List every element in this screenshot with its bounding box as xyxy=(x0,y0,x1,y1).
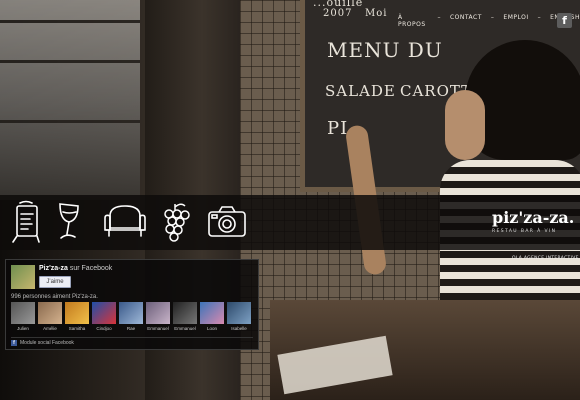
page-thumbnail[interactable] xyxy=(11,265,35,289)
fan-item[interactable]: Amélie xyxy=(38,302,62,331)
fan-item[interactable]: Rae xyxy=(119,302,143,331)
fan-item[interactable]: Emmanuel xyxy=(146,302,170,331)
fan-item[interactable]: Samitha xyxy=(65,302,89,331)
grapes-icon[interactable] xyxy=(160,200,190,244)
page-suffix: sur Facebook xyxy=(69,265,113,272)
chalk-text: Moi xyxy=(365,8,388,19)
agency-credit-link[interactable]: OLA AGENCE INTERACTIVE xyxy=(512,256,579,261)
fan-item[interactable]: Julien xyxy=(11,302,35,331)
camera-icon[interactable] xyxy=(206,200,248,244)
top-nav: À PROPOS – CONTACT – EMPLOI – ENGLISH xyxy=(398,14,580,28)
page-name-link[interactable]: Piz'za-za xyxy=(39,265,68,272)
nav-separator: – xyxy=(537,14,542,21)
facebook-icon[interactable]: f xyxy=(557,13,572,28)
nav-item-a-propos[interactable]: À PROPOS xyxy=(398,14,428,28)
fan-item[interactable]: Loon xyxy=(200,302,224,331)
brand-tagline: RESTAU BAR À VIN xyxy=(492,229,557,234)
wine-glass-icon[interactable] xyxy=(52,200,86,244)
brand-logo[interactable]: piz'za-za. xyxy=(492,208,574,227)
fan-item[interactable]: Isabelle xyxy=(227,302,251,331)
social-plugin-link[interactable]: Module social Facebook xyxy=(20,340,74,346)
fan-faces: Julien Amélie Samitha Cindjoo Rae Emmanu… xyxy=(11,302,251,331)
facebook-like-box: Piz'za-za sur Facebook J'aime 996 person… xyxy=(5,259,259,350)
widget-footer: f Module social Facebook xyxy=(11,340,74,346)
fan-item[interactable]: Emmanuel xyxy=(173,302,197,331)
nav-separator: – xyxy=(437,14,441,21)
window xyxy=(0,0,140,200)
widget-title: Piz'za-za sur Facebook xyxy=(39,265,112,272)
divider xyxy=(11,337,253,338)
nav-separator: – xyxy=(490,14,495,21)
likes-count: 996 personnes aiment Piz'za-za. xyxy=(11,294,98,300)
menu-board-icon[interactable] xyxy=(8,200,42,244)
nav-item-contact[interactable]: CONTACT xyxy=(450,14,482,28)
nav-item-emploi[interactable]: EMPLOI xyxy=(503,14,528,28)
fan-item[interactable]: Cindjoo xyxy=(92,302,116,331)
armchair-icon[interactable] xyxy=(102,200,148,244)
facebook-icon: f xyxy=(11,340,17,346)
like-button[interactable]: J'aime xyxy=(39,276,71,288)
chalk-text: 2007 xyxy=(323,8,353,19)
